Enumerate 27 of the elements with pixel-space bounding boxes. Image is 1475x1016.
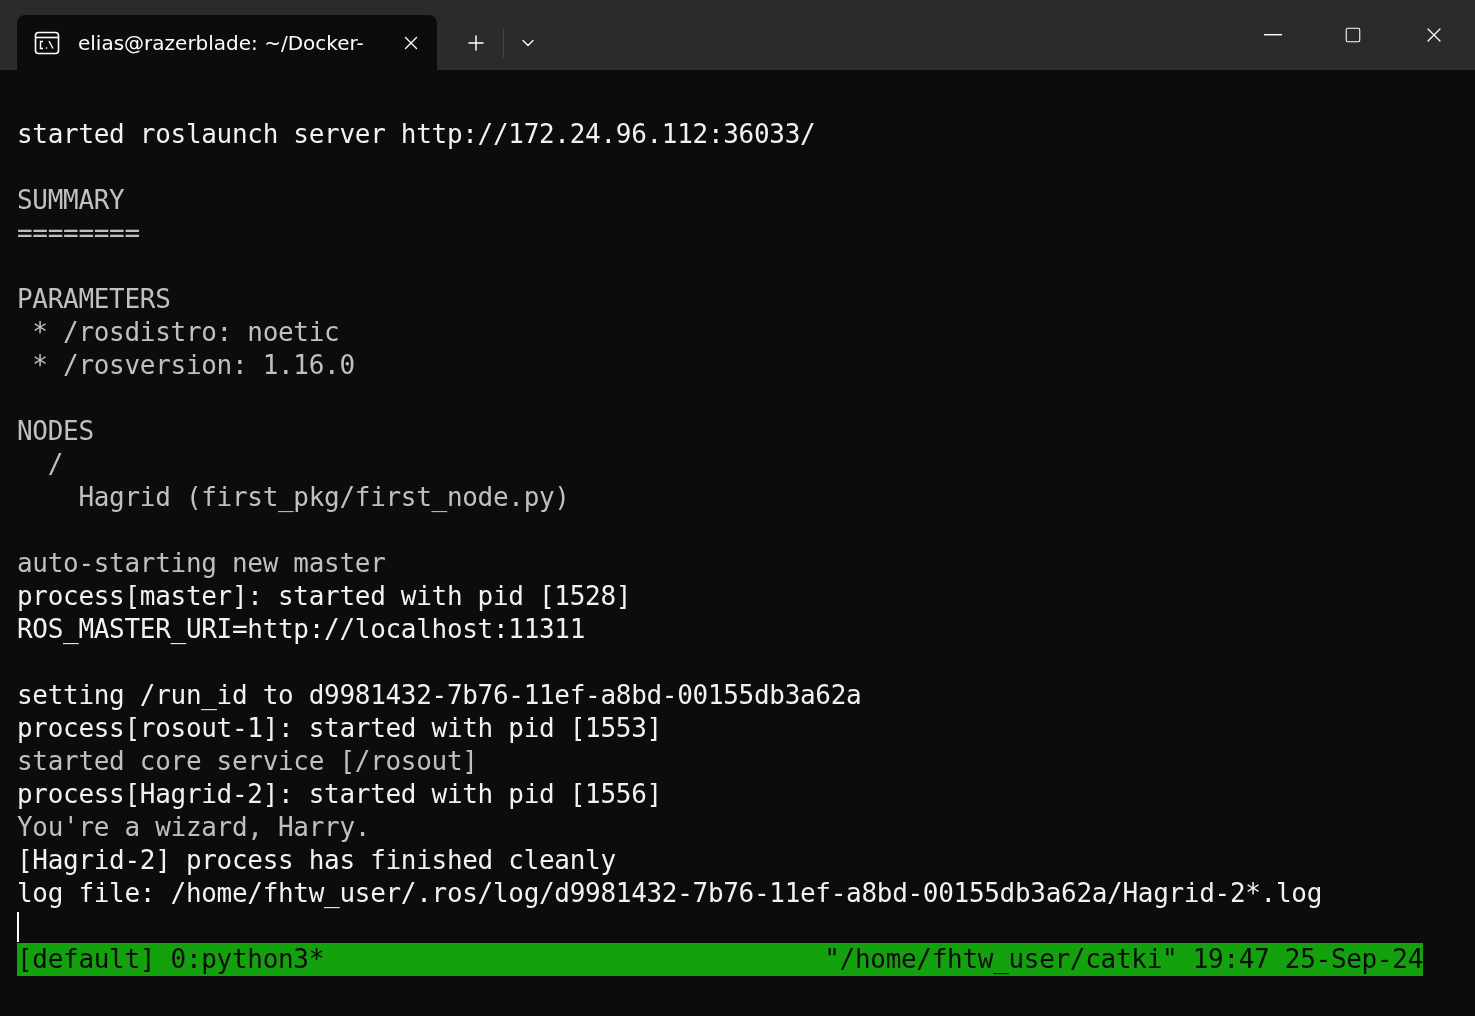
session-info: [default] 0:python3* (17, 943, 325, 976)
terminal-line: SUMMARY (17, 184, 125, 217)
minimize-icon (1264, 34, 1282, 36)
terminal-line: You're a wizard, Harry. (17, 811, 371, 844)
terminal-line: process[rosout-1]: started with pid [1553] (17, 712, 662, 745)
terminal-line: * /rosdistro: noetic (31, 316, 340, 349)
terminal-line: process[Hagrid-2]: started with pid [1556] (17, 778, 662, 811)
terminal-line: * /rosversion: 1.16.0 (31, 349, 355, 382)
terminal-line: log file: /home/fhtw_user/.ros/log/d9981432-7b76-11ef-a8bd-00155db3a62a/Hagrid-2*.log (17, 877, 1323, 910)
text-cursor (17, 911, 19, 942)
terminal-line: ======== (17, 217, 140, 250)
terminal-line: auto-starting new master (17, 547, 386, 580)
terminal-line: [Hagrid-2] process has finished cleanly (17, 844, 616, 877)
terminal-line: NODES (17, 415, 94, 448)
path-and-time: "/home/fhtw_user/catki" 19:47 25-Sep-24 (824, 943, 1423, 976)
terminal-line: process[master]: started with pid [1528] (17, 580, 632, 613)
terminal-line: started core service [/rosout] (17, 745, 478, 778)
tab-title: elias@razerblade: ~/Docker- (78, 29, 365, 57)
terminal-line: / (46, 448, 64, 481)
terminal-line: PARAMETERS (17, 283, 171, 316)
terminal-line: setting /run_id to d9981432-7b76-11ef-a8bd-00155db3a62a (17, 679, 862, 712)
terminal-line: started roslaunch server http://172.24.96.112:36033/ (17, 118, 816, 151)
terminal-line: Hagrid (first_pkg/first_node.py) (77, 481, 570, 514)
maximize-icon (1344, 26, 1362, 44)
terminal-line: ROS_MASTER_URI=http://localhost:11311 (17, 613, 586, 646)
terminal-tab[interactable]: elias@razerblade: ~/Docker- (17, 15, 437, 70)
terminal-icon (34, 29, 60, 56)
